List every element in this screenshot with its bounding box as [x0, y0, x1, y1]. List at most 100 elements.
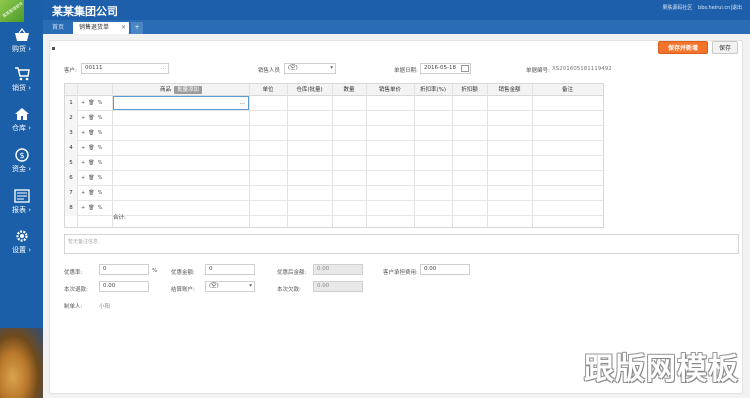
row-number: 7: [65, 186, 77, 201]
add-row-icon[interactable]: +: [81, 190, 85, 196]
table-row[interactable]: 8 + 🗑%: [65, 201, 603, 216]
customer-label: 客户:: [64, 68, 77, 74]
customer-input[interactable]: 00111 ...: [81, 63, 169, 74]
add-row-icon[interactable]: +: [81, 100, 85, 106]
delete-row-icon[interactable]: 🗑: [88, 100, 94, 106]
sidebar-item-funds[interactable]: $ 资金: [0, 148, 43, 182]
dollar-circle-icon: $: [14, 148, 29, 162]
delete-row-icon[interactable]: 🗑: [88, 175, 94, 181]
row-ops: + 🗑%: [81, 186, 105, 201]
percent-icon[interactable]: %: [98, 205, 103, 211]
col-unit: 单位: [262, 87, 274, 93]
sidebar-item-label: 资金: [0, 164, 43, 174]
col-warehouse: 仓库(批量): [296, 87, 323, 93]
customer-fee-input[interactable]: 0.00: [420, 264, 470, 275]
close-icon[interactable]: ×: [121, 22, 126, 34]
chevron-down-icon: ▾: [330, 65, 333, 71]
settle-account-label: 结算账户:: [171, 287, 195, 293]
col-discount-rate: 折扣率(%): [419, 87, 447, 93]
sidebar-item-warehouse[interactable]: 仓库: [0, 107, 43, 141]
shopping-basket-icon: [14, 28, 29, 41]
row-ops: + 🗑%: [81, 141, 105, 156]
percent-icon[interactable]: %: [98, 190, 103, 196]
sidebar-item-reports[interactable]: 报表: [0, 189, 43, 223]
table-row[interactable]: 4 + 🗑%: [65, 141, 603, 156]
batch-add-button[interactable]: 批量添加: [174, 86, 203, 94]
more-icon[interactable]: ...: [161, 64, 166, 73]
remark-textarea[interactable]: 暂无备注信息: [64, 234, 739, 254]
tab-strip: 首页 销售退货单 × +: [43, 20, 750, 34]
row-ops: + 🗑%: [81, 96, 105, 111]
delete-row-icon[interactable]: 🗑: [88, 160, 94, 166]
calendar-icon[interactable]: [461, 65, 469, 72]
add-tab-button[interactable]: +: [131, 22, 143, 34]
row-number: 2: [65, 111, 77, 126]
more-icon[interactable]: ...: [239, 99, 245, 106]
delete-row-icon[interactable]: 🗑: [88, 190, 94, 196]
percent-icon[interactable]: %: [98, 115, 103, 121]
docno-label: 单据编号:: [526, 68, 550, 74]
settle-account-select[interactable]: (空) ▾: [205, 281, 255, 292]
date-input[interactable]: 2016-05-18: [420, 63, 471, 74]
col-unit-price: 销售单价: [378, 87, 401, 93]
sidebar-item-purchase[interactable]: 购货: [0, 28, 43, 62]
col-sales-amount: 销售金额: [498, 87, 521, 93]
sidebar-decoration-image: [0, 328, 43, 398]
table-row[interactable]: 3 + 🗑%: [65, 126, 603, 141]
add-row-icon[interactable]: +: [81, 115, 85, 121]
add-row-icon[interactable]: +: [81, 205, 85, 211]
refund-label: 本次退款:: [64, 287, 88, 293]
sidebar-item-sales[interactable]: 销货: [0, 67, 43, 101]
cart-icon: [14, 67, 30, 81]
add-row-icon[interactable]: +: [81, 145, 85, 151]
refund-input[interactable]: 0.00: [99, 281, 149, 292]
maker-label: 制单人:: [64, 304, 83, 310]
discount-amount-input[interactable]: 0: [205, 264, 255, 275]
percent-icon[interactable]: %: [98, 175, 103, 181]
sidebar: 某某管理软件 购货 销货 仓库 $ 资金 报表 设置: [0, 0, 43, 398]
sidebar-item-settings[interactable]: 设置: [0, 229, 43, 263]
tab-sales-return[interactable]: 销售退货单 ×: [73, 22, 129, 34]
table-row[interactable]: 5 + 🗑%: [65, 156, 603, 171]
percent-icon[interactable]: %: [98, 130, 103, 136]
bbs-logout-link[interactable]: bbs.heirui.cn|退出: [698, 5, 742, 11]
grid-header: 商品 批量添加 单位 仓库(批量) 数量 销售单价 折扣率(%) 折扣额 销售金额…: [65, 84, 603, 96]
sidebar-item-label: 购货: [0, 44, 43, 54]
col-quantity: 数量: [343, 87, 355, 93]
row-ops: + 🗑%: [81, 156, 105, 171]
table-row[interactable]: 2 + 🗑%: [65, 111, 603, 126]
percent-icon[interactable]: %: [98, 145, 103, 151]
row-number: 6: [65, 171, 77, 186]
save-button[interactable]: 保存: [712, 41, 738, 54]
add-row-icon[interactable]: +: [81, 160, 85, 166]
save-and-new-button[interactable]: 保存并新增: [658, 41, 708, 54]
discount-amount-label: 优惠金额:: [171, 270, 195, 276]
row-number: 3: [65, 126, 77, 141]
add-row-icon[interactable]: +: [81, 130, 85, 136]
total-label: 合计:: [113, 215, 126, 221]
sales-person-select[interactable]: (空) ▾: [284, 63, 336, 74]
discount-rate-input[interactable]: 0: [99, 264, 149, 275]
community-link[interactable]: 果肤源码社区: [662, 5, 692, 11]
product-grid: 商品 批量添加 单位 仓库(批量) 数量 销售单价 折扣率(%) 折扣额 销售金额…: [64, 83, 604, 228]
table-row[interactable]: 6 + 🗑%: [65, 171, 603, 186]
discount-rate-label: 优惠率:: [64, 270, 83, 276]
delete-row-icon[interactable]: 🗑: [88, 205, 94, 211]
percent-icon[interactable]: %: [98, 160, 103, 166]
svg-text:$: $: [19, 151, 24, 160]
arrears-value: 0.00: [313, 281, 363, 292]
percent-icon[interactable]: %: [98, 100, 103, 106]
delete-row-icon[interactable]: 🗑: [88, 115, 94, 121]
table-row[interactable]: 7 + 🗑%: [65, 186, 603, 201]
delete-row-icon[interactable]: 🗑: [88, 130, 94, 136]
header: 某某集团公司 果肤源码社区 bbs.heirui.cn|退出: [43, 0, 750, 20]
add-row-icon[interactable]: +: [81, 175, 85, 181]
company-name: 某某集团公司: [52, 5, 118, 18]
delete-row-icon[interactable]: 🗑: [88, 145, 94, 151]
product-cell-input[interactable]: ...: [113, 96, 249, 110]
row-ops: + 🗑%: [81, 201, 105, 216]
customer-fee-label: 客户承担费用:: [383, 270, 418, 276]
sidebar-item-label: 设置: [0, 245, 43, 255]
tab-home[interactable]: 首页: [46, 22, 70, 34]
docno-value: XS201605181119492: [552, 66, 612, 72]
